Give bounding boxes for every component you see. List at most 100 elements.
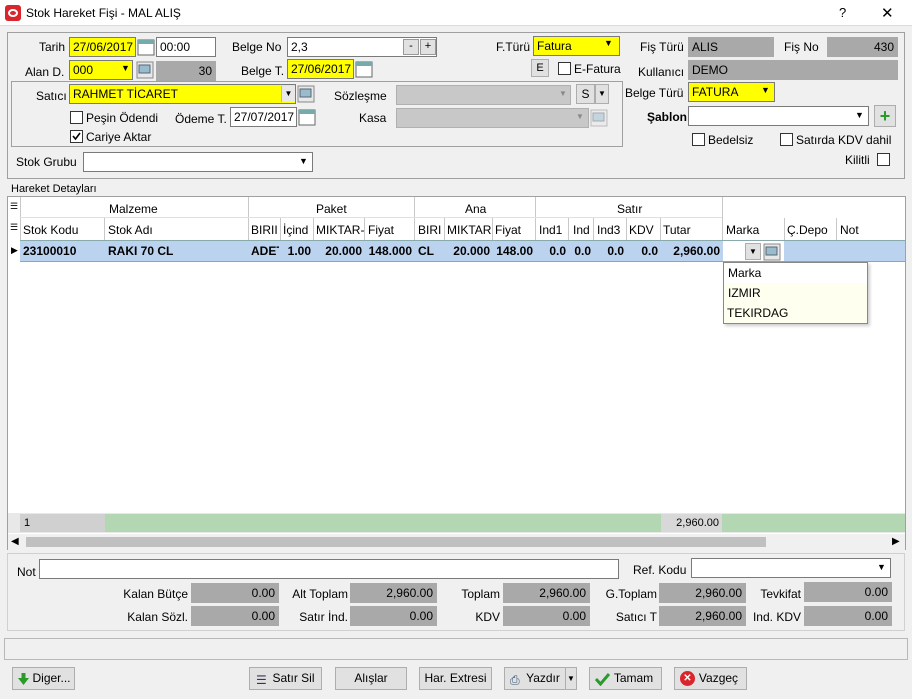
belge-no-label: Belge No: [232, 40, 282, 54]
dropdown-item-label: TEKIRDAG: [727, 306, 789, 320]
cell-ana-fiyat[interactable]: 148.00: [493, 241, 533, 261]
chevron-down-icon[interactable]: ▼: [559, 89, 567, 98]
lookup-icon[interactable]: [763, 243, 781, 261]
col-fiyat[interactable]: Fiyat: [368, 223, 394, 237]
chevron-down-icon[interactable]: ▼: [595, 84, 609, 104]
lookup-icon[interactable]: [297, 85, 315, 103]
s-button[interactable]: S: [576, 84, 595, 104]
col-cdepo[interactable]: Ç.Depo: [787, 223, 828, 237]
col-ana-birim[interactable]: BIRI: [418, 223, 441, 237]
kalan-sozl-field: 0.00: [191, 606, 279, 626]
lookup-icon[interactable]: [590, 109, 608, 127]
kdv-label: KDV: [475, 610, 500, 624]
cell-birim[interactable]: ADET: [251, 241, 279, 261]
odeme-field[interactable]: 27/07/2017: [230, 107, 297, 127]
help-button[interactable]: ?: [839, 5, 846, 20]
chevron-down-icon[interactable]: ▼: [281, 86, 295, 102]
chevron-down-icon[interactable]: ▼: [121, 63, 130, 73]
cell-icind[interactable]: 1.00: [281, 241, 311, 261]
tarih-field[interactable]: 27/06/2017: [69, 37, 136, 57]
scroll-thumb[interactable]: [26, 537, 766, 547]
group-satir: Satır: [617, 202, 643, 216]
cell-ind3[interactable]: 0.0: [594, 241, 624, 261]
belge-t-field[interactable]: 27/06/2017: [287, 59, 354, 79]
col-stok-adi[interactable]: Stok Adı: [108, 223, 153, 237]
col-stok-kodu[interactable]: Stok Kodu: [23, 223, 78, 237]
col-kdv[interactable]: KDV: [629, 223, 654, 237]
chevron-down-icon[interactable]: ▼: [877, 562, 886, 572]
cell-fiyat[interactable]: 148.000: [365, 241, 412, 261]
stok-grubu-select[interactable]: [83, 152, 313, 172]
lookup-icon[interactable]: [136, 61, 154, 79]
kasa-select[interactable]: [396, 108, 589, 128]
col-ind[interactable]: Ind: [573, 223, 590, 237]
satir-sil-button[interactable]: ☰ Satır Sil: [249, 667, 322, 690]
cell-kdv[interactable]: 0.0: [627, 241, 658, 261]
satici-select[interactable]: RAHMET TİCARET: [69, 84, 296, 104]
grid-menu-icon[interactable]: ☰: [10, 201, 18, 212]
col-miktar[interactable]: MIKTAR-: [316, 223, 364, 237]
plus-button[interactable]: +: [420, 39, 436, 55]
tevkifat-label: Tevkifat: [760, 587, 801, 601]
tamam-button[interactable]: Tamam: [589, 667, 662, 690]
chevron-down-icon[interactable]: ▼: [855, 110, 864, 120]
col-tutar[interactable]: Tutar: [663, 223, 691, 237]
alt-toplam-label: Alt Toplam: [292, 587, 348, 601]
yazdir-button[interactable]: ⎙ Yazdır: [504, 667, 566, 690]
alislar-button[interactable]: Alışlar: [335, 667, 407, 690]
yazdir-dropdown-button[interactable]: ▼: [565, 667, 577, 690]
efatura-checkbox[interactable]: [558, 62, 571, 75]
col-ind1[interactable]: Ind1: [539, 223, 562, 237]
cell-ana-birim[interactable]: CL: [418, 241, 434, 261]
sablon-select[interactable]: [688, 106, 869, 126]
chevron-down-icon[interactable]: ▼: [745, 243, 761, 260]
cell-tutar[interactable]: 2,960.00: [661, 241, 720, 261]
bedelsiz-checkbox[interactable]: [692, 133, 705, 146]
printer-icon: ⎙: [510, 673, 520, 687]
e-button[interactable]: E: [531, 59, 549, 77]
pesin-checkbox[interactable]: [70, 111, 83, 124]
col-marka[interactable]: Marka: [726, 223, 759, 237]
diger-button[interactable]: Diger...: [12, 667, 75, 690]
chevron-down-icon[interactable]: ▼: [576, 112, 584, 121]
col-ana-fiyat[interactable]: Fiyat: [495, 223, 521, 237]
cell-miktar[interactable]: 20.000: [314, 241, 362, 261]
saat-field[interactable]: 00:00: [156, 37, 216, 57]
scroll-right-icon[interactable]: ▶: [892, 536, 900, 547]
cell-stok-adi[interactable]: RAKI 70 CL: [108, 241, 173, 261]
satirda-kdv-checkbox[interactable]: [780, 133, 793, 146]
not-field[interactable]: [39, 559, 619, 579]
kasa-label: Kasa: [359, 111, 387, 125]
kilitli-checkbox[interactable]: [877, 153, 890, 166]
col-icind[interactable]: İçind: [283, 223, 308, 237]
dropdown-item[interactable]: Marka: [728, 266, 761, 280]
g-toplam-field: 2,960.00: [659, 583, 746, 603]
scroll-left-icon[interactable]: ◀: [11, 536, 19, 547]
cell-ind[interactable]: 0.0: [569, 241, 591, 261]
cell-ind1[interactable]: 0.0: [536, 241, 566, 261]
tarih-label: Tarih: [39, 40, 66, 54]
har-extresi-button[interactable]: Har. Extresi: [419, 667, 492, 690]
grid-menu-icon[interactable]: ☰: [10, 222, 18, 233]
sozlesme-select[interactable]: [396, 85, 571, 105]
calendar-icon[interactable]: [355, 60, 373, 78]
ref-kodu-select[interactable]: [691, 558, 891, 578]
chevron-down-icon[interactable]: ▼: [299, 156, 308, 166]
col-not[interactable]: Not: [840, 223, 859, 237]
kalan-butce-field: 0.00: [191, 583, 279, 603]
cariye-checkbox[interactable]: [70, 130, 83, 143]
vazgec-button[interactable]: ✕ Vazgeç: [674, 667, 747, 690]
cell-stok-kodu[interactable]: 23100010: [23, 241, 76, 261]
col-ind3[interactable]: Ind3: [597, 223, 620, 237]
add-sablon-button[interactable]: +: [874, 105, 896, 127]
ind-kdv-label: Ind. KDV: [752, 610, 801, 624]
col-ana-miktar[interactable]: MIKTAR: [447, 223, 491, 237]
minus-button[interactable]: -: [403, 39, 419, 55]
calendar-icon[interactable]: [137, 38, 155, 56]
col-birim[interactable]: BIRII: [251, 223, 279, 237]
chevron-down-icon[interactable]: ▼: [761, 85, 770, 95]
close-button[interactable]: ✕: [881, 4, 894, 22]
chevron-down-icon[interactable]: ▼: [604, 38, 613, 48]
calendar-icon[interactable]: [298, 108, 316, 126]
cell-ana-miktar[interactable]: 20.000: [445, 241, 490, 261]
